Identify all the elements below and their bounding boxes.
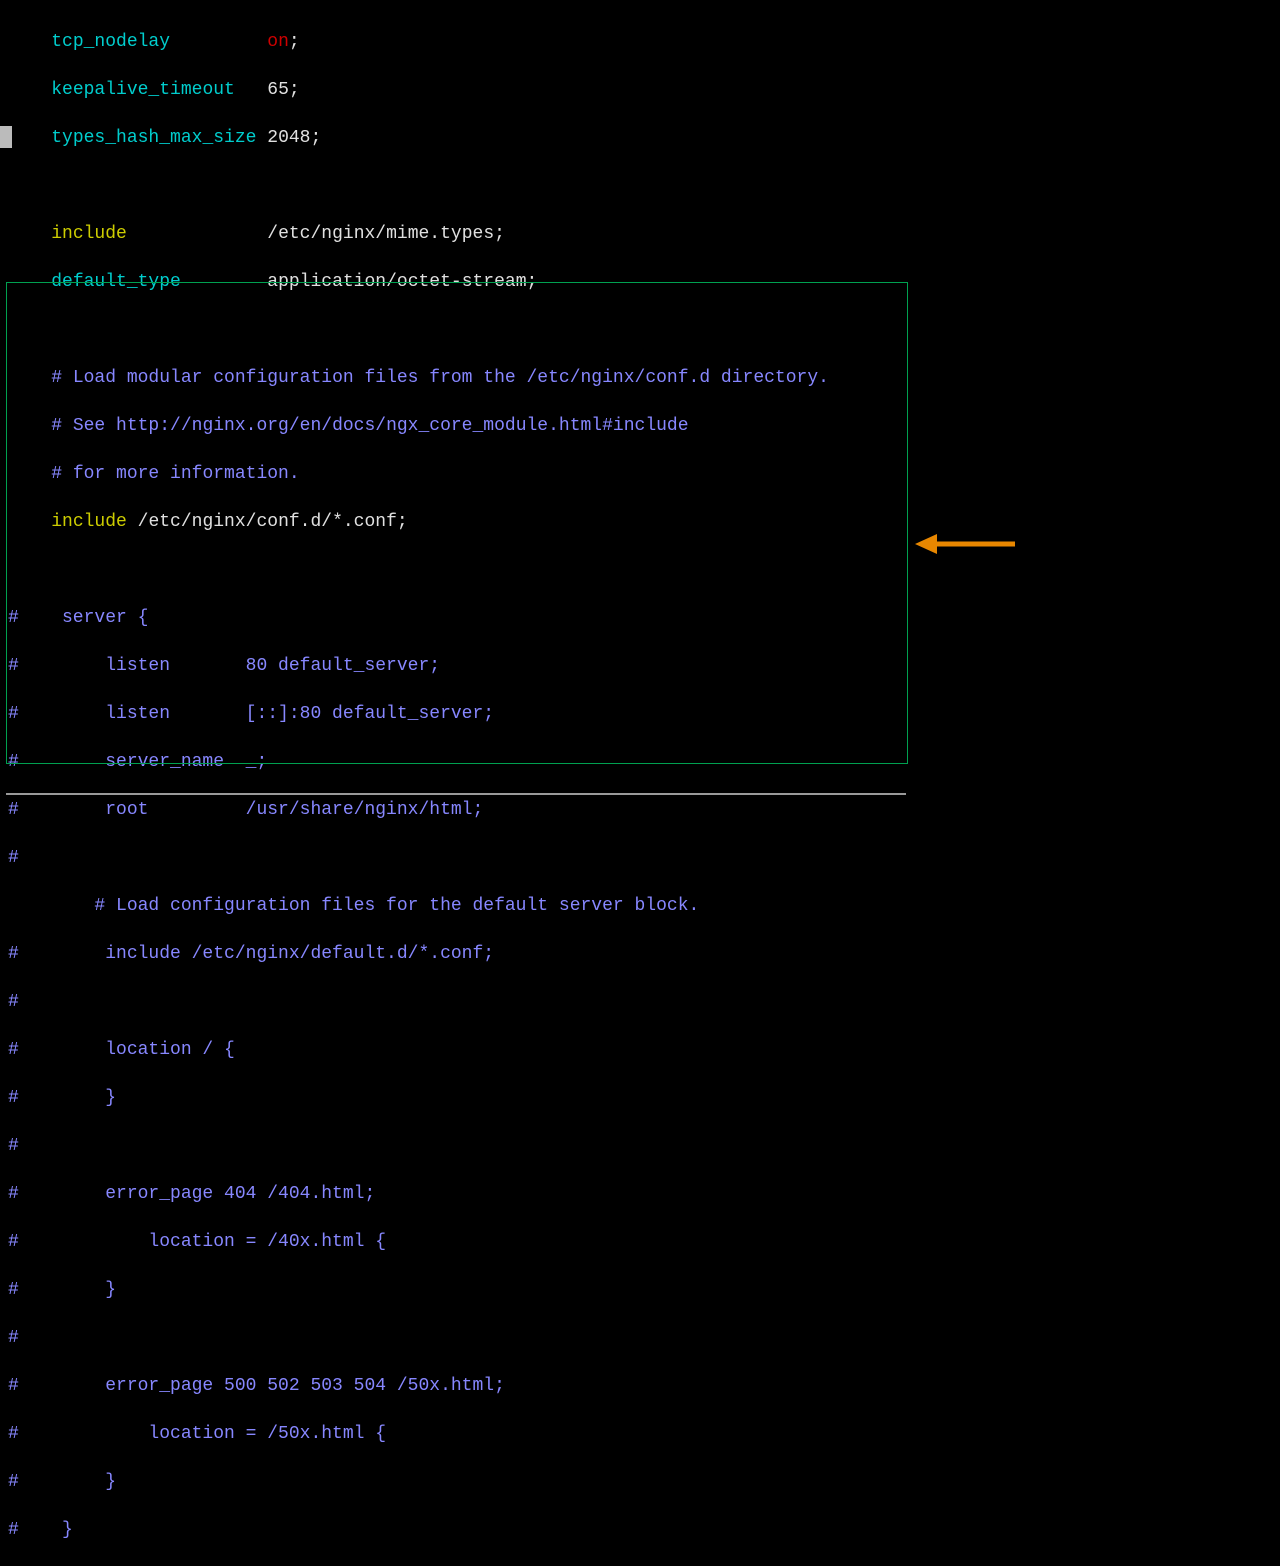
commented-code: # } [8,1518,1280,1542]
commented-code: # [8,1326,1280,1350]
value: /etc/nginx/mime.types; [267,224,505,244]
commented-code: # } [8,1470,1280,1494]
commented-code: # location = /40x.html { [8,1230,1280,1254]
text: # server { [8,608,148,628]
code-line: types_hash_max_size 2048; [8,126,1280,150]
text: # listen 80 default_server; [8,656,440,676]
text: # listen [::]:80 default_server; [8,704,494,724]
commented-code: # include /etc/nginx/default.d/*.conf; [8,942,1280,966]
code-line [8,318,1280,342]
semi: ; [289,32,300,52]
commented-code: # listen [::]:80 default_server; [8,702,1280,726]
code-line [8,558,1280,582]
code-line [8,174,1280,198]
code-line: include /etc/nginx/mime.types; [8,222,1280,246]
commented-code: # location = /50x.html { [8,1422,1280,1446]
text: # root /usr/share/nginx/html; [8,800,483,820]
text: # [8,848,19,868]
directive: types_hash_max_size [51,128,256,148]
code-line: keepalive_timeout 65; [8,78,1280,102]
commented-code: # error_page 404 /404.html; [8,1182,1280,1206]
code-line: default_type application/octet-stream; [8,270,1280,294]
commented-code: # error_page 500 502 503 504 /50x.html; [8,1374,1280,1398]
text: # include /etc/nginx/default.d/*.conf; [8,944,494,964]
commented-code: # listen 80 default_server; [8,654,1280,678]
text: # error_page 404 /404.html; [8,1184,375,1204]
text: # [8,1328,19,1348]
text: # location / { [8,1040,235,1060]
text: # error_page 500 502 503 504 /50x.html; [8,1376,505,1396]
text: # } [8,1520,73,1540]
comment-line: # See http://nginx.org/en/docs/ngx_core_… [8,414,1280,438]
commented-code: # root /usr/share/nginx/html; [8,798,1280,822]
text: # location = /50x.html { [8,1424,386,1444]
code-line: include /etc/nginx/conf.d/*.conf; [8,510,1280,534]
directive: default_type [51,272,181,292]
text: # Load configuration files for the defau… [8,896,699,916]
commented-code: # server { [8,606,1280,630]
text: # [8,992,19,1012]
comment-line: # for more information. [8,462,1280,486]
commented-code: # location / { [8,1038,1280,1062]
directive: keepalive_timeout [51,80,235,100]
semi: ; [289,80,300,100]
text: # } [8,1088,116,1108]
directive: include [51,224,127,244]
cursor-indicator [0,126,12,148]
value: application/octet-stream; [267,272,537,292]
comment: # See http://nginx.org/en/docs/ngx_core_… [51,416,688,436]
value: 2048 [267,128,310,148]
value: on [267,32,289,52]
text: # } [8,1472,116,1492]
commented-code: # server_name _; [8,750,1280,774]
directive: tcp_nodelay [51,32,170,52]
text: # server_name _; [8,752,267,772]
commented-code: # Load configuration files for the defau… [8,894,1280,918]
comment: # for more information. [51,464,299,484]
semi: ; [310,128,321,148]
comment: # Load modular configuration files from … [51,368,829,388]
commented-code: # } [8,1278,1280,1302]
code-line: tcp_nodelay on; [8,30,1280,54]
text: # [8,1136,19,1156]
code-editor[interactable]: tcp_nodelay on; keepalive_timeout 65; ty… [0,0,1280,1566]
commented-code: # } [8,1086,1280,1110]
commented-code: # [8,1134,1280,1158]
value: 65 [267,80,289,100]
commented-code: # [8,990,1280,1014]
commented-code: # [8,846,1280,870]
include-keyword: include [51,512,127,532]
include-path: /etc/nginx/conf.d/*.conf; [127,512,408,532]
comment-line: # Load modular configuration files from … [8,366,1280,390]
text: # location = /40x.html { [8,1232,386,1252]
text: # } [8,1280,116,1300]
